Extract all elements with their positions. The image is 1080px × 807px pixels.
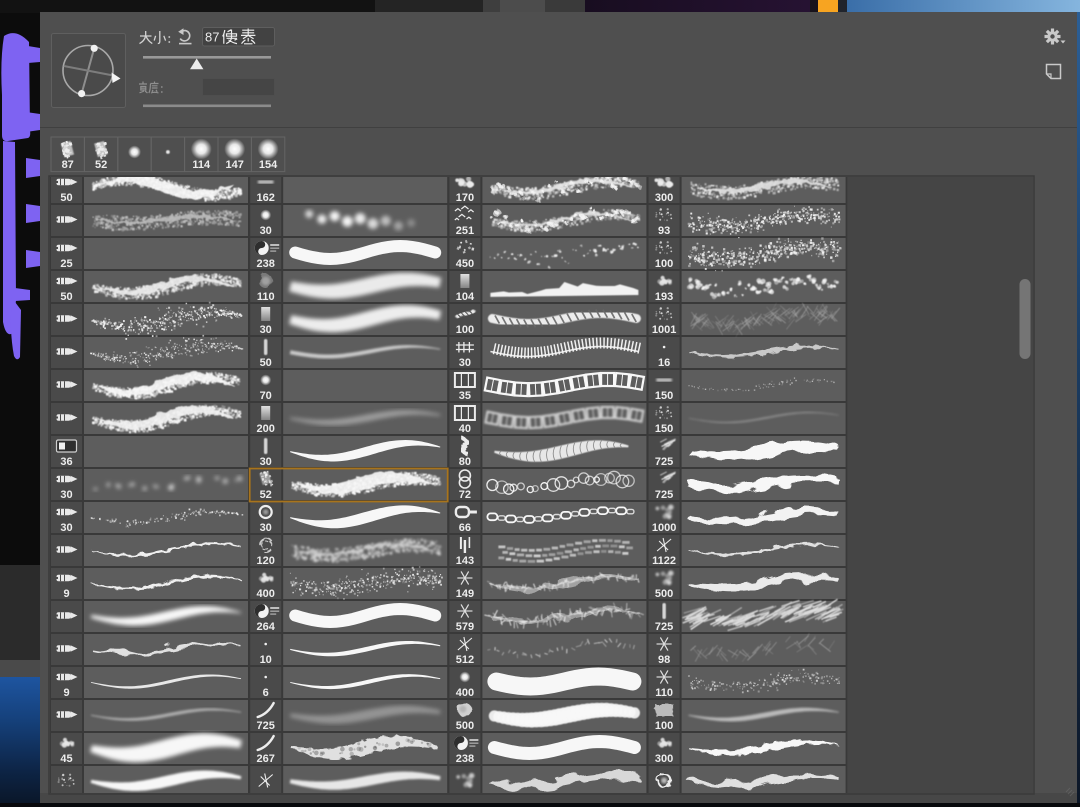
svg-text:50: 50 <box>60 291 72 303</box>
svg-text:70: 70 <box>260 390 272 402</box>
svg-text:300: 300 <box>655 753 673 765</box>
svg-text:30: 30 <box>60 489 72 501</box>
svg-text:193: 193 <box>655 291 673 303</box>
svg-text:300: 300 <box>655 192 673 204</box>
svg-text:725: 725 <box>655 489 673 501</box>
svg-text:50: 50 <box>60 192 72 204</box>
svg-text:170: 170 <box>456 192 474 204</box>
svg-text:200: 200 <box>257 423 275 435</box>
svg-text:98: 98 <box>658 654 670 666</box>
svg-text:238: 238 <box>456 753 474 765</box>
svg-text:267: 267 <box>257 753 275 765</box>
svg-text:16: 16 <box>658 357 670 369</box>
svg-text:251: 251 <box>456 225 474 237</box>
svg-text:30: 30 <box>260 324 272 336</box>
svg-text:35: 35 <box>459 390 471 402</box>
svg-text:30: 30 <box>260 225 272 237</box>
svg-text:87: 87 <box>62 159 74 171</box>
svg-text:114: 114 <box>192 159 211 171</box>
svg-text:25: 25 <box>60 258 72 270</box>
svg-text:579: 579 <box>456 621 474 633</box>
svg-text:110: 110 <box>257 291 275 303</box>
svg-text:40: 40 <box>459 423 471 435</box>
svg-text:50: 50 <box>260 357 272 369</box>
svg-text:10: 10 <box>260 654 272 666</box>
svg-text:725: 725 <box>655 456 673 468</box>
svg-text:400: 400 <box>456 687 474 699</box>
svg-text:162: 162 <box>257 192 275 204</box>
svg-text:100: 100 <box>655 720 673 732</box>
svg-text:30: 30 <box>459 357 471 369</box>
svg-text:52: 52 <box>95 159 107 171</box>
svg-text:6: 6 <box>263 687 269 699</box>
svg-text:110: 110 <box>655 687 673 699</box>
svg-text:9: 9 <box>63 588 69 600</box>
svg-text:36: 36 <box>60 456 72 468</box>
svg-text:150: 150 <box>655 390 673 402</box>
svg-text:500: 500 <box>456 720 474 732</box>
svg-text:1122: 1122 <box>652 555 676 567</box>
svg-text:143: 143 <box>456 555 474 567</box>
svg-text:154: 154 <box>259 159 278 171</box>
svg-text:120: 120 <box>257 555 275 567</box>
svg-text:147: 147 <box>226 159 244 171</box>
svg-text:725: 725 <box>655 621 673 633</box>
svg-text:80: 80 <box>459 456 471 468</box>
svg-text:30: 30 <box>260 456 272 468</box>
svg-text:1000: 1000 <box>652 522 676 534</box>
svg-text:150: 150 <box>655 423 673 435</box>
svg-text:725: 725 <box>257 720 275 732</box>
svg-text:149: 149 <box>456 588 474 600</box>
svg-text:264: 264 <box>257 621 276 633</box>
svg-text:238: 238 <box>257 258 275 270</box>
svg-text:9: 9 <box>63 687 69 699</box>
svg-text:87: 87 <box>205 30 219 45</box>
svg-text:400: 400 <box>257 588 275 600</box>
svg-text:512: 512 <box>456 654 474 666</box>
svg-text:72: 72 <box>459 489 471 501</box>
svg-text:500: 500 <box>655 588 673 600</box>
svg-text:66: 66 <box>459 522 471 534</box>
svg-text:104: 104 <box>456 291 475 303</box>
svg-text:45: 45 <box>60 753 72 765</box>
svg-text:1001: 1001 <box>652 324 676 336</box>
svg-text:93: 93 <box>658 225 670 237</box>
svg-text:450: 450 <box>456 258 474 270</box>
svg-text:30: 30 <box>260 522 272 534</box>
svg-text:100: 100 <box>655 258 673 270</box>
svg-text:30: 30 <box>60 522 72 534</box>
svg-text:100: 100 <box>456 324 474 336</box>
svg-text:52: 52 <box>260 489 272 501</box>
